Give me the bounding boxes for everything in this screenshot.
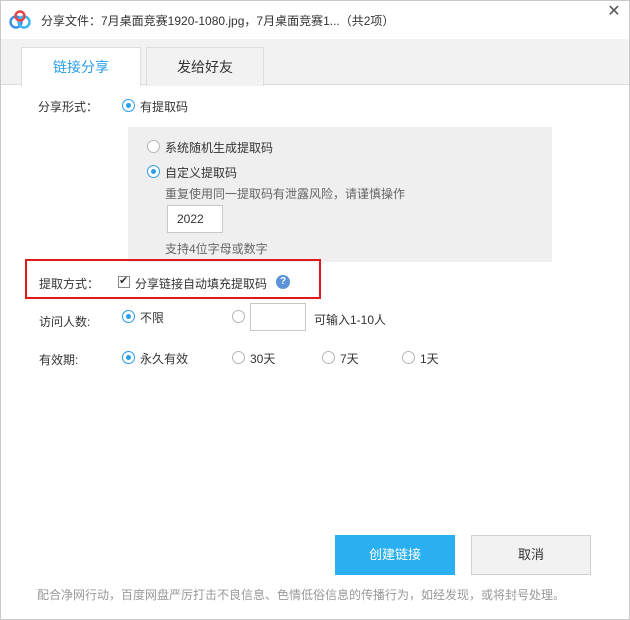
share-form-label: 分享形式： [38, 100, 99, 114]
visitors-unlimited-label: 不限 [140, 311, 165, 325]
custom-code-label: 自定义提取码 [165, 166, 238, 180]
validity-1d-label: 1天 [420, 352, 439, 366]
validity-forever-radio[interactable] [122, 351, 135, 364]
tab-send-to-friend[interactable]: 发给好友 [146, 47, 264, 86]
title-bar: 分享文件：7月桌面竞赛1920-1080.jpg，7月桌面竞赛1...（共2项）… [1, 1, 629, 39]
share-dialog: 分享文件：7月桌面竞赛1920-1080.jpg，7月桌面竞赛1...（共2项）… [0, 0, 630, 620]
close-icon[interactable]: ✕ [605, 3, 623, 21]
visitors-limit-radio[interactable] [232, 310, 245, 323]
share-with-code-label: 有提取码 [140, 100, 189, 114]
validity-30d-radio[interactable] [232, 351, 245, 364]
extract-method-label: 提取方式： [39, 277, 100, 291]
create-link-button[interactable]: 创建链接 [335, 535, 455, 575]
help-icon[interactable]: ? [276, 275, 290, 289]
visitors-label: 访问人数: [39, 315, 91, 329]
validity-30d-label: 30天 [250, 352, 276, 366]
validity-7d-label: 7天 [340, 352, 359, 366]
policy-notice: 配合净网行动，百度网盘严厉打击不良信息、色情低俗信息的传播行为，如经发现，或将封… [37, 588, 566, 602]
custom-code-input[interactable]: 2022 [167, 205, 223, 233]
validity-1d-radio[interactable] [402, 351, 415, 364]
validity-7d-radio[interactable] [322, 351, 335, 364]
tab-link-share[interactable]: 链接分享 [21, 47, 141, 86]
baidu-netdisk-logo-icon [9, 10, 31, 29]
dialog-title: 分享文件：7月桌面竞赛1920-1080.jpg，7月桌面竞赛1...（共2项） [41, 14, 395, 28]
cancel-button[interactable]: 取消 [471, 535, 591, 575]
visitor-count-input[interactable] [250, 303, 306, 331]
custom-code-radio[interactable] [147, 165, 160, 178]
tab-bar: 链接分享 发给好友 [1, 39, 629, 86]
autofill-code-checkbox[interactable]: ✔ [118, 275, 130, 288]
visitor-limit-hint: 可输入1-10人 [314, 313, 387, 327]
code-format-hint: 支持4位字母或数字 [165, 242, 268, 256]
code-reuse-warning: 重复使用同一提取码有泄露风险，请谨慎操作 [165, 187, 406, 201]
share-with-code-radio[interactable] [122, 99, 135, 112]
validity-forever-label: 永久有效 [140, 352, 189, 366]
visitors-unlimited-radio[interactable] [122, 310, 135, 323]
random-code-radio[interactable] [147, 140, 160, 153]
autofill-code-label: 分享链接自动填充提取码 [135, 277, 268, 291]
random-code-label: 系统随机生成提取码 [165, 141, 274, 155]
validity-label: 有效期: [39, 353, 79, 367]
checkmark-icon: ✔ [119, 275, 129, 287]
